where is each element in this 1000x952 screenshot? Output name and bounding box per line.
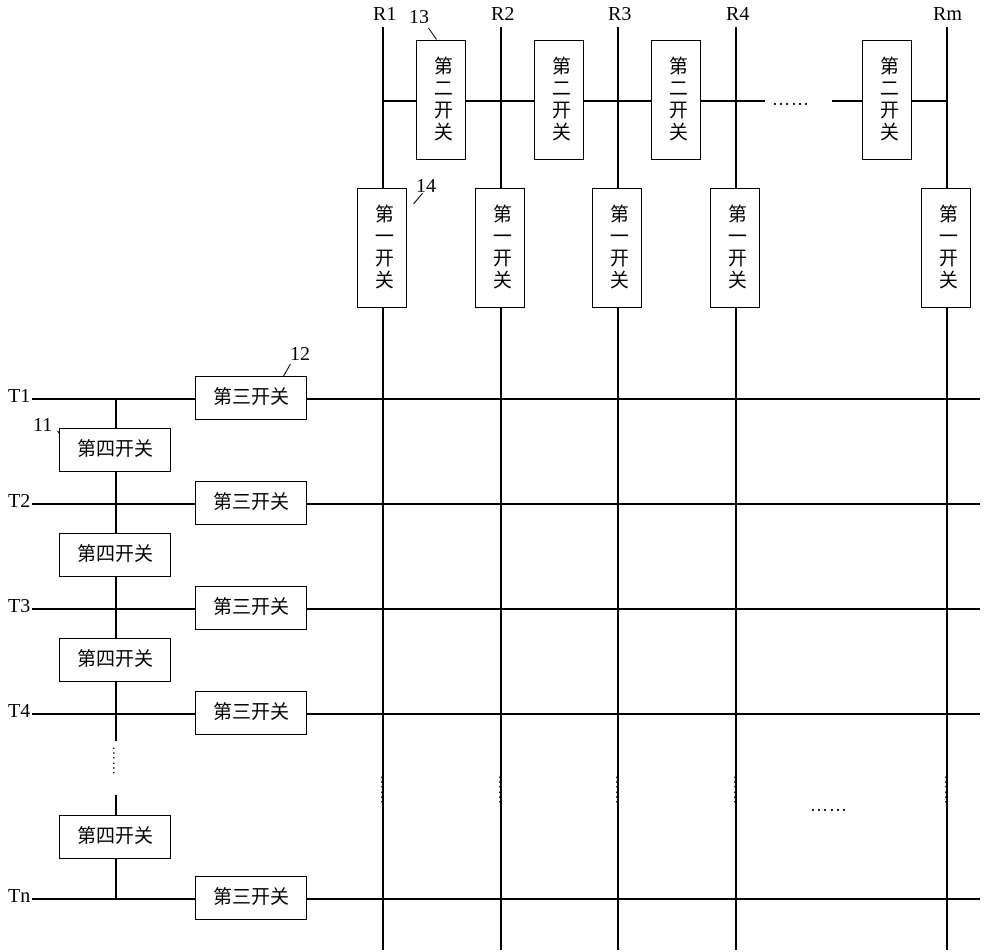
col-R3-top: [617, 27, 619, 100]
row-T1-b: [307, 398, 980, 400]
switch2-Rm: 第二开关: [862, 40, 912, 160]
ellipsis-vbus: ……: [108, 746, 124, 776]
col-R3-mid1: [617, 100, 619, 188]
switch4-T2T3: 第四开关: [59, 533, 171, 577]
switch4-T1T2: 第四开关: [59, 428, 171, 472]
lead-line-13: [428, 28, 437, 40]
ellipsis-col-R2: ……: [494, 775, 510, 805]
bus-seg-5a: [832, 100, 862, 102]
bus-seg-1b: [466, 100, 500, 102]
vbus-4b: [115, 859, 117, 898]
ref-12: 12: [290, 343, 310, 366]
col-R2-mid1: [500, 100, 502, 188]
vbus-2a: [115, 503, 117, 533]
label-T3: T3: [8, 595, 30, 618]
vbus-4a: [115, 713, 117, 741]
ref-11: 11: [33, 414, 52, 437]
label-T1: T1: [8, 385, 30, 408]
col-Rm-main: [946, 308, 948, 950]
switch1-R3: 第一开关: [592, 188, 642, 308]
vbus-3b: [115, 682, 117, 713]
ellipsis-bus-top: ……: [772, 89, 810, 110]
col-R1-top: [382, 27, 384, 100]
switch1-Rm: 第一开关: [921, 188, 971, 308]
switch1-R2: 第一开关: [475, 188, 525, 308]
row-T4-a: [32, 713, 195, 715]
col-R3-main: [617, 308, 619, 950]
bus-seg-2b: [584, 100, 617, 102]
label-R1: R1: [373, 3, 396, 26]
switch3-T1: 第三开关: [195, 376, 307, 420]
vbus-3a: [115, 608, 117, 638]
col-R1-mid1: [382, 100, 384, 188]
bus-seg-1a: [382, 100, 416, 102]
ellipsis-grid-h: ……: [810, 795, 848, 816]
vbus-1b: [115, 472, 117, 503]
vbus-4c: [115, 795, 117, 815]
diagram-canvas: R1 R2 R3 R4 Rm 13 第二开关 第二开关 第二开关 第二开关 ………: [0, 0, 1000, 952]
row-T1-a: [32, 398, 195, 400]
vbus-2b: [115, 577, 117, 608]
switch4-T3T4: 第四开关: [59, 638, 171, 682]
col-Rm-mid1: [946, 100, 948, 188]
label-T2: T2: [8, 490, 30, 513]
col-Rm-top: [946, 27, 948, 100]
col-R4-top: [735, 27, 737, 100]
label-R2: R2: [491, 3, 514, 26]
row-T4-b: [307, 713, 980, 715]
ellipsis-col-R3: ……: [611, 775, 627, 805]
label-Rm: Rm: [933, 3, 962, 26]
bus-seg-2a: [500, 100, 534, 102]
bus-seg-4a: [735, 100, 765, 102]
row-T3-b: [307, 608, 980, 610]
switch2-R1R2: 第二开关: [416, 40, 466, 160]
switch2-R3R4: 第二开关: [651, 40, 701, 160]
switch3-T3: 第三开关: [195, 586, 307, 630]
label-R4: R4: [726, 3, 749, 26]
switch3-T4: 第三开关: [195, 691, 307, 735]
ellipsis-col-R1: ……: [376, 775, 392, 805]
switch3-Tn: 第三开关: [195, 876, 307, 920]
bus-seg-3b: [701, 100, 735, 102]
label-T4: T4: [8, 700, 30, 723]
switch2-R2R3: 第二开关: [534, 40, 584, 160]
col-R4-main: [735, 308, 737, 950]
bus-seg-3a: [617, 100, 651, 102]
ellipsis-col-R4: ……: [729, 775, 745, 805]
row-Tn-b: [307, 898, 980, 900]
col-R2-top: [500, 27, 502, 100]
row-T2-b: [307, 503, 980, 505]
switch4-Tn: 第四开关: [59, 815, 171, 859]
col-R4-mid1: [735, 100, 737, 188]
ellipsis-col-Rm: ……: [940, 775, 956, 805]
switch3-T2: 第三开关: [195, 481, 307, 525]
ref-13: 13: [409, 6, 429, 29]
switch1-R4: 第一开关: [710, 188, 760, 308]
col-R1-main: [382, 308, 384, 950]
bus-seg-5b: [912, 100, 946, 102]
label-Tn: Tn: [8, 885, 30, 908]
row-Tn-a: [32, 898, 195, 900]
vbus-1a: [115, 398, 117, 428]
col-R2-main: [500, 308, 502, 950]
row-T2-a: [32, 503, 195, 505]
switch1-R1: 第一开关: [357, 188, 407, 308]
label-R3: R3: [608, 3, 631, 26]
row-T3-a: [32, 608, 195, 610]
